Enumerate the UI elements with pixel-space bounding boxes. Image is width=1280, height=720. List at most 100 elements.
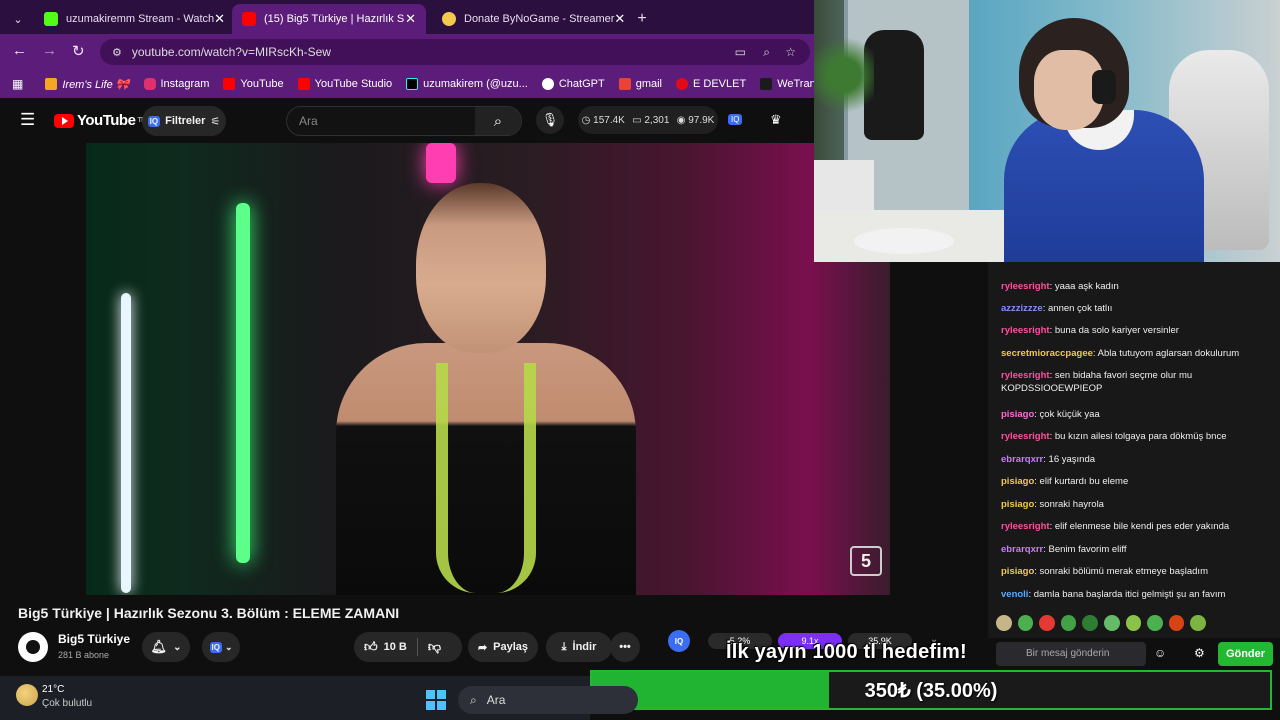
windows-start-icon[interactable] — [426, 690, 446, 710]
chat-message: rylеesright: yaaa aşk kadın — [1001, 280, 1273, 293]
emote-icon[interactable] — [1147, 615, 1163, 631]
chat-username[interactable]: azzzizzze — [1001, 303, 1043, 314]
emote-icon[interactable] — [1039, 615, 1055, 631]
channel-avatar[interactable] — [18, 632, 48, 662]
headphones — [1092, 70, 1116, 104]
filters-button[interactable]: IQ Filtreler ⚟ — [142, 106, 226, 136]
bookmark-youtube-studio[interactable]: YouTube Studio — [297, 78, 393, 90]
install-icon[interactable]: ▭ — [735, 45, 746, 59]
video-player[interactable] — [86, 143, 890, 595]
thumbs-down-icon[interactable]: 👎︎ — [428, 639, 441, 655]
bookmark-label: WeTransfer — [777, 78, 814, 90]
search-input[interactable]: Ara ⌕ — [286, 106, 522, 136]
share-button[interactable]: ➦ Paylaş — [468, 632, 538, 662]
bookmark-irems-life[interactable]: Irem's Life 🎀 — [45, 78, 130, 91]
browser-toolbar: ← → ↻ ⚙ youtube.com/watch?v=MIRscKh-Sew … — [0, 34, 814, 70]
taskbar-search-input[interactable]: ⌕ Ara — [458, 686, 638, 714]
search-placeholder: Ara — [299, 114, 318, 128]
close-icon[interactable]: ✕ — [405, 11, 416, 27]
emote-icon[interactable] — [1125, 615, 1142, 631]
back-icon[interactable]: ← — [12, 42, 27, 59]
apps-grid-icon[interactable]: ▦ — [12, 77, 23, 91]
new-tab-button[interactable]: + — [630, 4, 654, 34]
address-bar[interactable]: ⚙ youtube.com/watch?v=MIRscKh-Sew ▭ ⌕ ☆ — [100, 39, 810, 65]
bookmark-wetransfer[interactable]: WeTransfer — [760, 78, 814, 90]
send-button[interactable]: Gönder — [1218, 642, 1273, 666]
search-icon[interactable]: ⌕ — [475, 107, 521, 135]
chat-username[interactable]: venoli — [1001, 589, 1028, 600]
chat-username[interactable]: ebrarqxrr — [1001, 544, 1043, 555]
emote-icon[interactable] — [1190, 615, 1206, 631]
emote-icon[interactable] — [996, 615, 1012, 631]
emote-icon[interactable] — [1168, 615, 1185, 631]
youtube-header: ☰ YouTube TR IQ Filtreler ⚟ Ara ⌕ 🎙 ◷ 15… — [0, 98, 814, 144]
tab-donate[interactable]: Donate ByNoGame - Streamer ✕ — [432, 4, 628, 34]
notifications-button[interactable]: 🔔︎ ⌄ — [142, 632, 190, 662]
close-icon[interactable]: ✕ — [214, 11, 225, 27]
chat-text: 16 yaşında — [1048, 454, 1096, 465]
chat-username[interactable]: pisiago — [1001, 499, 1034, 510]
chat-username[interactable]: ryleesright — [1001, 370, 1050, 381]
like-button[interactable]: 👍︎ 10 B — [364, 639, 407, 655]
youtube-logo[interactable]: YouTube TR — [54, 112, 146, 129]
chat-username[interactable]: pisiago — [1001, 566, 1034, 577]
bookmark-label: YouTube Studio — [314, 78, 393, 90]
emoji-icon[interactable]: ☺ — [1154, 646, 1166, 660]
chat-username[interactable]: ryleesright — [1001, 521, 1050, 532]
search-icon: ⌕ — [470, 692, 477, 707]
iq-logo-icon[interactable]: IQ — [668, 630, 690, 652]
bookmark-e-devlet[interactable]: E DEVLET — [676, 78, 746, 90]
chat-message: pisiago: çok küçük yaa — [1001, 408, 1273, 421]
microphone-icon[interactable]: 🎙 — [536, 106, 564, 134]
chat-text: sonraki bölümü merak etmeye başladım — [1039, 566, 1208, 577]
chat-username[interactable]: ebrarqxrr — [1001, 454, 1043, 465]
chat-username[interactable]: ryleesright — [1001, 325, 1050, 336]
chat-username[interactable]: rylеesright — [1001, 281, 1050, 292]
bookmark-star-icon[interactable]: ☆ — [785, 45, 796, 59]
more-actions-button[interactable]: ••• — [610, 632, 640, 662]
emote-icon[interactable] — [1082, 615, 1098, 631]
chat-message: pisiago: sonraki hayrola — [1001, 498, 1273, 511]
channel-name[interactable]: Big5 Türkiye — [58, 632, 130, 646]
download-button[interactable]: ⤓ İndir — [546, 632, 612, 662]
weather-temperature[interactable]: 21°C — [42, 684, 64, 695]
taskbar-search-placeholder: Ara — [486, 693, 506, 707]
forward-icon[interactable]: → — [42, 42, 57, 59]
emote-icon[interactable] — [1060, 615, 1077, 631]
donation-goal-title: İlk yayın 1000 tl hedefim! — [726, 641, 967, 663]
weather-cloud-icon[interactable] — [16, 684, 38, 706]
chat-username[interactable]: pisiago — [1001, 409, 1034, 420]
bookmark-tiktok[interactable]: uzumakirem (@uzu... — [406, 78, 528, 90]
site-info-icon[interactable]: ⚙ — [112, 46, 122, 59]
settings-gear-icon[interactable]: ⚙ — [1194, 646, 1205, 660]
chat-text: Abla tutuyom aglarsan dokulurum — [1097, 348, 1240, 359]
wetransfer-icon — [760, 78, 773, 90]
emote-icon[interactable] — [1017, 615, 1034, 631]
bookmark-chatgpt[interactable]: ChatGPT — [541, 78, 605, 90]
tab-youtube-video[interactable]: (15) Big5 Türkiye | Hazırlık S ✕ — [232, 4, 426, 34]
views-stat: ◷ 157.4K — [581, 114, 625, 126]
zoom-icon[interactable]: ⌕ — [763, 45, 770, 60]
weather-description[interactable]: Çok bulutlu — [42, 698, 92, 709]
chat-username[interactable]: secretmioraccpagee — [1001, 348, 1093, 359]
bookmark-label: gmail — [635, 78, 662, 90]
comments-stat: ▭ 2,301 — [632, 114, 670, 126]
trophy-icon[interactable]: ♛ — [770, 112, 782, 128]
iq-extension-icon[interactable]: IQ — [728, 114, 743, 125]
bookmark-instagram[interactable]: Instagram — [143, 78, 209, 90]
tab-search-dropdown[interactable]: ⌄ — [6, 4, 30, 34]
chat-input[interactable]: Bir mesaj gönderin — [996, 642, 1146, 666]
chat-username[interactable]: ryleesright — [1001, 431, 1050, 442]
menu-icon[interactable]: ☰ — [20, 110, 35, 130]
bell-icon: 🔔︎ — [150, 639, 168, 654]
reload-icon[interactable]: ↻ — [72, 42, 85, 60]
tab-kick-stream[interactable]: uzumakiremm Stream - Watch ✕ — [34, 4, 226, 34]
bookmark-youtube[interactable]: YouTube — [223, 78, 284, 90]
emote-icon[interactable] — [1103, 615, 1120, 631]
close-icon[interactable]: ✕ — [614, 11, 625, 27]
chat-username[interactable]: pisiago — [1001, 476, 1034, 487]
iq-button[interactable]: IQ ⌄ — [202, 632, 240, 662]
likes-stat-count: 97.9K — [688, 114, 715, 126]
bookmark-gmail[interactable]: gmail — [618, 78, 662, 90]
iq-icon: IQ — [147, 115, 161, 127]
